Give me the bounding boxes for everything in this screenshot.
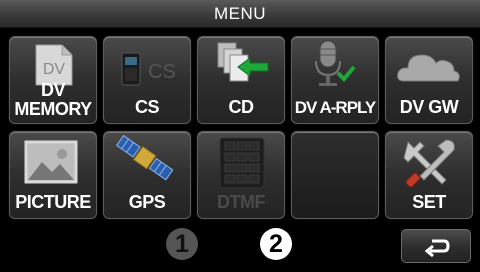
- menu-item-set[interactable]: SET: [385, 131, 473, 219]
- menu-item-dv-gw[interactable]: DV GW: [385, 36, 473, 124]
- menu-item-gps[interactable]: GPS: [103, 131, 191, 219]
- return-arrow-icon: [424, 239, 450, 257]
- menu-item-label: DTMF: [217, 192, 265, 212]
- menu-item-picture[interactable]: PICTURE: [9, 131, 97, 219]
- menu-item-label: DV GW: [399, 97, 459, 117]
- menu-item-empty: [291, 131, 379, 219]
- menu-item-label: DV A-RPLY: [294, 98, 376, 117]
- menu-item-cd[interactable]: CD: [197, 36, 285, 124]
- menu-item-label: CD: [228, 97, 255, 117]
- menu-item-label: SET: [412, 192, 446, 212]
- menu-item-dv-memory[interactable]: DV DV MEMORY: [9, 36, 97, 124]
- menu-item-dtmf: DTMF: [197, 131, 285, 219]
- page-1-indicator[interactable]: 1: [166, 228, 198, 260]
- menu-item-label: PICTURE: [15, 192, 91, 212]
- menu-item-dv-a-rply[interactable]: DV A-RPLY: [291, 36, 379, 124]
- menu-item-label: DV MEMORY: [14, 80, 92, 119]
- page-2-indicator[interactable]: 2: [260, 228, 292, 260]
- menu-item-label: CS: [134, 97, 160, 117]
- cs-badge: CS: [148, 61, 176, 83]
- back-button[interactable]: [401, 229, 471, 263]
- menu-item-label: GPS: [128, 192, 166, 212]
- menu-title: MENU: [0, 0, 480, 28]
- menu-item-cs[interactable]: CS CS: [103, 36, 191, 124]
- dv-badge: DV: [43, 61, 66, 78]
